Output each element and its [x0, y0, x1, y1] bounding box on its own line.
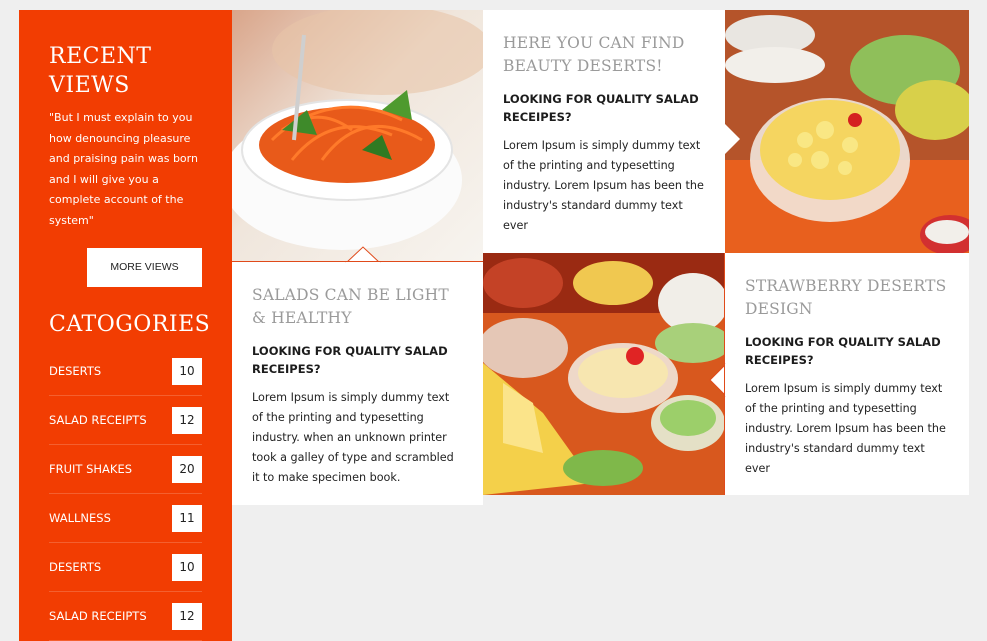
- category-label: WALLNESS: [49, 511, 111, 525]
- tile-divider: [724, 253, 725, 495]
- sidebar: RECENT VIEWS "But I must explain to you …: [19, 10, 232, 641]
- beauty-deserts-card[interactable]: HERE YOU CAN FIND BEAUTY DESERTS! LOOKIN…: [483, 10, 725, 253]
- category-count-badge: 20: [172, 455, 202, 483]
- card-body: Lorem Ipsum is simply dummy text of the …: [745, 382, 946, 475]
- category-count-badge: 10: [172, 357, 202, 385]
- category-count-badge: 11: [172, 504, 202, 532]
- category-label: FRUIT SHAKES: [49, 462, 133, 476]
- recent-views-title: RECENT VIEWS: [49, 44, 152, 98]
- categories-list: DESERTS 10 SALAD RECEIPTS 12 FRUIT SHAKE…: [49, 347, 202, 641]
- recent-views-quote: "But I must explain to you how denouncin…: [49, 111, 198, 227]
- card-heading: SALADS CAN BE LIGHT & HEALTHY: [252, 286, 449, 327]
- category-count-badge: 12: [172, 602, 202, 630]
- buffet-spread-photo: [483, 253, 725, 495]
- category-item[interactable]: SALAD RECEIPTS 12: [49, 396, 202, 445]
- card-body: Lorem Ipsum is simply dummy text of the …: [252, 391, 454, 484]
- card-subheading: LOOKING FOR QUALITY SALAD RECEIPES?: [745, 335, 941, 367]
- category-count-badge: 12: [172, 406, 202, 434]
- right-arrow-notch: [724, 123, 740, 155]
- category-label: SALAD RECEIPTS: [49, 413, 147, 427]
- fruit-salad-bowl-photo: [725, 10, 969, 253]
- category-label: SALAD RECEIPTS: [49, 609, 147, 623]
- card-subheading: LOOKING FOR QUALITY SALAD RECEIPES?: [252, 344, 448, 376]
- category-label: DESERTS: [49, 364, 102, 378]
- category-item[interactable]: FRUIT SHAKES 20: [49, 445, 202, 494]
- more-views-button[interactable]: MORE VIEWS: [87, 248, 202, 287]
- category-item[interactable]: DESERTS 10: [49, 543, 202, 592]
- card-body: Lorem Ipsum is simply dummy text of the …: [503, 139, 704, 232]
- strawberry-deserts-card[interactable]: STRAWBERRY DESERTS DESIGN LOOKING FOR QU…: [725, 253, 969, 495]
- tile-divider: [232, 261, 483, 262]
- salad-bowl-photo: [232, 10, 483, 262]
- category-label: DESERTS: [49, 560, 102, 574]
- category-item[interactable]: SALAD RECEIPTS 12: [49, 592, 202, 641]
- card-heading: HERE YOU CAN FIND BEAUTY DESERTS!: [503, 34, 685, 75]
- salads-light-card[interactable]: SALADS CAN BE LIGHT & HEALTHY LOOKING FO…: [232, 262, 483, 505]
- category-item[interactable]: DESERTS 10: [49, 347, 202, 396]
- categories-title: CATOGORIES: [49, 312, 211, 337]
- card-subheading: LOOKING FOR QUALITY SALAD RECEIPES?: [503, 92, 699, 124]
- category-item[interactable]: WALLNESS 11: [49, 494, 202, 543]
- category-count-badge: 10: [172, 553, 202, 581]
- card-heading: STRAWBERRY DESERTS DESIGN: [745, 277, 947, 318]
